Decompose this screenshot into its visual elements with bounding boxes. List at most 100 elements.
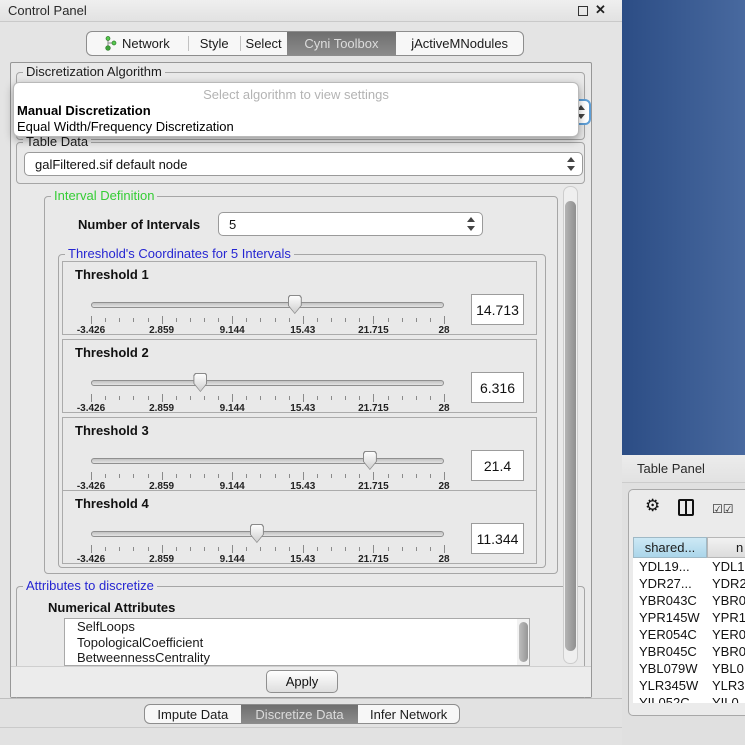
table-data-combobox[interactable]: galFiltered.sif default node <box>24 152 583 176</box>
algorithm-placeholder: Select algorithm to view settings <box>14 87 578 102</box>
numerical-attributes-label: Numerical Attributes <box>48 600 175 615</box>
discretization-algorithm-group-title: Discretization Algorithm <box>23 64 165 79</box>
cell-name: YIL0 <box>707 695 745 703</box>
number-of-intervals-combobox[interactable]: 5 <box>218 212 483 236</box>
threshold-value-field[interactable]: 11.344 <box>471 523 524 554</box>
slider-track[interactable] <box>91 302 444 308</box>
attributes-list-scrollbar[interactable] <box>517 619 529 665</box>
column-header-shared-name[interactable]: shared... <box>633 537 707 558</box>
threshold-value-field[interactable]: 14.713 <box>471 294 524 325</box>
slider-thumb[interactable] <box>363 451 377 470</box>
threshold-panel: Threshold 4-3.4262.8599.14415.4321.71528… <box>62 490 537 564</box>
tab-style[interactable]: Style <box>189 32 240 55</box>
table-row[interactable]: YER054CYER0 <box>633 626 745 643</box>
threshold-panel: Threshold 1 -3.4262.8599.14415.4321.71528… <box>62 261 537 335</box>
axis-tick-label: 9.144 <box>220 554 245 565</box>
close-panel-icon[interactable]: ✕ <box>595 2 606 18</box>
axis-tick-label: -3.426 <box>77 554 105 565</box>
axis-tick-label: 2.859 <box>149 325 174 336</box>
threshold-slider[interactable]: -3.4262.8599.14415.4321.71528 <box>91 373 444 413</box>
slider-track[interactable] <box>91 458 444 464</box>
tab-infer-network[interactable]: Infer Network <box>358 705 459 723</box>
table-row[interactable]: YBR045CYBR0 <box>633 643 745 660</box>
network-icon <box>105 36 117 51</box>
tab-jactivemnodules[interactable]: jActiveMNodules <box>396 32 523 55</box>
threshold-value-field[interactable]: 21.4 <box>471 450 524 481</box>
cell-name: YBR0 <box>707 644 745 659</box>
table-row[interactable]: YDL19...YDL1 <box>633 558 745 575</box>
slider-track[interactable] <box>91 531 444 537</box>
control-panel-title: Control Panel <box>8 3 87 18</box>
table-row[interactable]: YIL052CYIL0 <box>633 694 745 703</box>
slider-ticks <box>91 394 444 402</box>
threshold-title: Threshold 2 <box>75 345 149 360</box>
table-row[interactable]: YBL079WYBL0 <box>633 660 745 677</box>
apply-strip: Apply <box>11 666 591 697</box>
cell-shared-name: YBR043C <box>633 593 707 608</box>
attribute-list-item[interactable]: TopologicalCoefficient <box>65 635 529 651</box>
attribute-list-item[interactable]: BetweennessCentrality <box>65 650 529 666</box>
select-columns-icon[interactable]: ☑☑ <box>712 502 734 516</box>
tab-discretize-data[interactable]: Discretize Data <box>241 705 359 723</box>
screen: Control Panel ✕ Network Style <box>0 0 745 745</box>
axis-tick-label: -3.426 <box>77 403 105 414</box>
attribute-list-item[interactable]: SelfLoops <box>65 619 529 635</box>
table-panel: Table Panel ⚙ ☑☑ shared... n YDL19...YDL… <box>622 455 745 745</box>
network-desktop: GAL80GAL11GAL4GCY1HHAP2GAC <box>622 0 745 455</box>
cell-shared-name: YIL052C <box>633 695 707 703</box>
numerical-attributes-list[interactable]: SelfLoopsTopologicalCoefficientBetweenne… <box>64 618 530 666</box>
axis-tick-label: 21.715 <box>358 403 389 414</box>
axis-tick-label: 2.859 <box>149 554 174 565</box>
axis-tick-label: 28 <box>438 403 449 414</box>
table-row[interactable]: YDR27...YDR2 <box>633 575 745 592</box>
table-row[interactable]: YBR043CYBR0 <box>633 592 745 609</box>
axis-tick-label: 28 <box>438 554 449 565</box>
slider-thumb[interactable] <box>288 295 302 314</box>
tab-cyni-toolbox[interactable]: Cyni Toolbox <box>287 32 397 55</box>
axis-tick-label: 15.43 <box>290 554 315 565</box>
cell-shared-name: YPR145W <box>633 610 707 625</box>
float-panel-icon[interactable] <box>578 6 588 16</box>
slider-track[interactable] <box>91 380 444 386</box>
tab-network-label: Network <box>122 36 170 51</box>
content-scrollbar-thumb[interactable] <box>565 201 576 651</box>
cell-shared-name: YBR045C <box>633 644 707 659</box>
axis-tick-label: 15.43 <box>290 403 315 414</box>
table-data-value: galFiltered.sif default node <box>35 157 187 172</box>
threshold-title: Threshold 1 <box>75 267 149 282</box>
column-header-name[interactable]: n <box>707 537 745 558</box>
algorithm-option-equal-width[interactable]: Equal Width/Frequency Discretization <box>17 119 234 134</box>
cell-name: YLR3 <box>707 678 745 693</box>
control-panel: Control Panel ✕ Network Style <box>0 0 622 745</box>
interval-definition-group-title: Interval Definition <box>51 188 157 203</box>
algorithm-option-manual[interactable]: Manual Discretization <box>17 103 151 118</box>
bottom-tabbar: Impute Data Discretize Data Infer Networ… <box>144 704 460 724</box>
table-row[interactable]: YPR145WYPR1 <box>633 609 745 626</box>
threshold-title: Threshold 3 <box>75 423 149 438</box>
slider-thumb[interactable] <box>250 524 264 543</box>
threshold-slider[interactable]: -3.4262.8599.14415.4321.71528 <box>91 524 444 564</box>
node-table[interactable]: shared... n YDL19...YDL1YDR27...YDR2YBR0… <box>633 537 745 703</box>
threshold-slider[interactable]: -3.4262.8599.14415.4321.71528 <box>91 451 444 491</box>
number-of-intervals-label: Number of Intervals <box>78 217 200 232</box>
slider-thumb[interactable] <box>193 373 207 392</box>
axis-tick-label: 9.144 <box>220 403 245 414</box>
tab-select[interactable]: Select <box>241 32 287 55</box>
bottom-divider <box>0 727 622 728</box>
axis-tick-label: 21.715 <box>358 554 389 565</box>
threshold-slider[interactable]: -3.4262.8599.14415.4321.71528 <box>91 295 444 335</box>
table-panel-titlebar: Table Panel <box>622 455 745 483</box>
cell-name: YBR0 <box>707 593 745 608</box>
table-row[interactable]: YLR345WYLR3 <box>633 677 745 694</box>
content-scrollbar[interactable] <box>563 186 578 664</box>
cell-shared-name: YLR345W <box>633 678 707 693</box>
apply-button[interactable]: Apply <box>266 670 338 693</box>
tab-impute-data[interactable]: Impute Data <box>145 705 241 723</box>
slider-ticks <box>91 545 444 553</box>
threshold-value-field[interactable]: 6.316 <box>471 372 524 403</box>
tab-network[interactable]: Network <box>87 32 188 55</box>
gear-icon[interactable]: ⚙ <box>645 496 660 516</box>
columns-icon[interactable] <box>678 499 694 516</box>
cell-shared-name: YDR27... <box>633 576 707 591</box>
cell-name: YDR2 <box>707 576 745 591</box>
